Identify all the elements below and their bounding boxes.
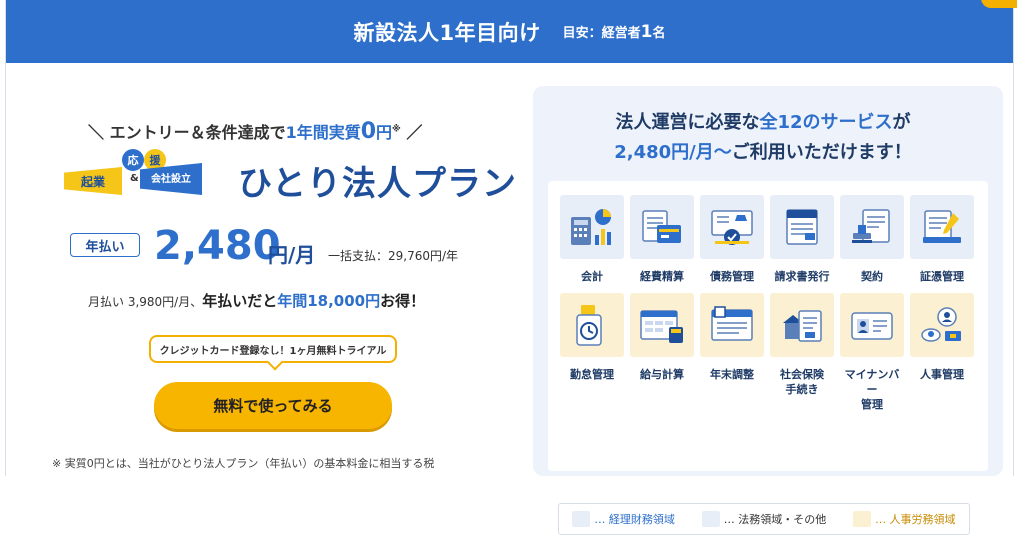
free-trial-button[interactable]: 無料で使ってみる: [154, 382, 392, 429]
legend-swatch: [572, 511, 591, 527]
service-label: 請求書発行: [774, 270, 830, 283]
price-value: 2,480: [154, 223, 281, 269]
mynumber-icon: [840, 293, 904, 357]
year-end-icon: [700, 293, 764, 357]
service-label: 債務管理: [710, 270, 754, 283]
service-label: 社会保険 手続き: [780, 368, 824, 396]
service-label: 経費精算: [640, 270, 684, 283]
legend-swatch: [853, 511, 872, 527]
trial-bubble: クレジットカード登録なし！1ヶ月無料トライアル: [149, 335, 397, 363]
footnote: ※ 実質0円とは、当社がひとり法人プラン（年払い）の基本料金に相当する税: [52, 457, 435, 470]
plan-logo: 起業 応 援 & 会社 設立: [58, 149, 238, 205]
header-subtitle: 目安：経営者1名: [562, 21, 666, 42]
lump-sum-text: 一括支払：29,760円/年: [328, 249, 459, 263]
campaign-tagline: ＼ エントリー＆条件達成で1年間実質0円※ ／: [88, 119, 423, 144]
service-payroll: 給与計算: [630, 293, 694, 382]
logo-amp: &: [130, 173, 139, 184]
contract-icon: [840, 195, 904, 259]
plan-header: 新設法人1年目向け 目安：経営者1名: [6, 0, 1017, 63]
debt-icon: [700, 195, 764, 259]
services-legend: … 経理財務領域 … 法務領域・その他 … 人事労務領域: [558, 503, 970, 535]
ou-badge: 応: [122, 149, 144, 171]
price-unit: 円/月: [268, 243, 316, 267]
service-attendance: 勤怠管理: [560, 293, 624, 382]
services-panel: 法人運営に必要な全12のサービスが 2,480円/月～ご利用いただけます！ 会計…: [533, 86, 1003, 535]
service-label: 人事管理: [920, 368, 964, 381]
service-year-end: 年末調整: [700, 293, 764, 382]
service-mynumber: マイナンバー 管理: [840, 293, 904, 412]
service-accounting: 会計: [560, 195, 624, 284]
legend-swatch: [701, 511, 720, 527]
services-grid: 会計 経費精算 債務管理 請求書発行 契約 証憑管理 勤怠管理 給与計算 年末調…: [548, 181, 988, 535]
monthly-savings: 月払い 3,980円/月、年払いだと年間18,000円お得！: [88, 292, 426, 310]
service-label: 勤怠管理: [570, 368, 614, 381]
voucher-icon: [910, 195, 974, 259]
page-frame: 新設法人1年目向け 目安：経営者1名 ＼ エントリー＆条件達成で1年間実質0円※…: [5, 0, 1017, 535]
payroll-icon: [630, 293, 694, 357]
service-label: 年末調整: [710, 368, 754, 381]
insurance-icon: [770, 293, 834, 357]
services-heading: 法人運営に必要な全12のサービスが 2,480円/月～ご利用いただけます！: [614, 112, 912, 163]
plan-summary: ＼ エントリー＆条件達成で1年間実質0円※ ／ 起業 応 援 & 会社 設立 ひと…: [6, 63, 531, 476]
corner-badge: [981, 0, 1017, 8]
plan-name: ひとり法人プラン: [238, 164, 517, 204]
legend-legal: … 法務領域・その他: [701, 511, 826, 527]
invoice-icon: [770, 195, 834, 259]
attendance-icon: [560, 293, 624, 357]
kigyo-flag: 起業: [64, 167, 122, 195]
service-hr: 人事管理: [910, 293, 974, 382]
annual-pill: 年払い: [70, 233, 140, 257]
service-label: 証憑管理: [920, 270, 964, 283]
service-label: 給与計算: [640, 368, 684, 381]
service-expense: 経費精算: [630, 195, 694, 284]
service-label: マイナンバー 管理: [844, 368, 900, 411]
service-insurance: 社会保険 手続き: [770, 293, 834, 397]
header-title: 新設法人1年目向け: [353, 20, 541, 45]
legend-accounting: … 経理財務領域: [572, 511, 675, 527]
hr-icon: [910, 293, 974, 357]
service-contract: 契約: [840, 195, 904, 284]
expense-icon: [630, 195, 694, 259]
service-label: 会計: [581, 270, 603, 283]
service-invoice: 請求書発行: [770, 195, 834, 284]
accounting-icon: [560, 195, 624, 259]
service-debt: 債務管理: [700, 195, 764, 284]
service-voucher: 証憑管理: [910, 195, 974, 284]
service-label: 契約: [861, 270, 883, 283]
legend-hr: … 人事労務領域: [853, 511, 956, 527]
